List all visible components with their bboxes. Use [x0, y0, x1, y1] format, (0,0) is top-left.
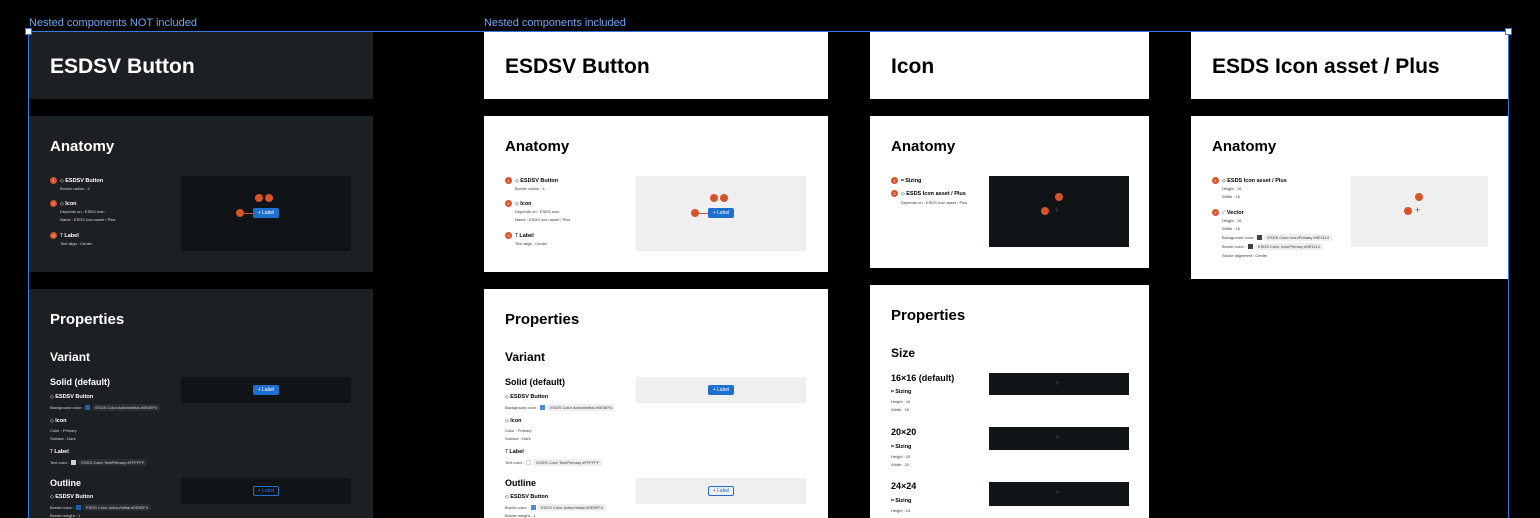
- frame-label-included: Nested components included: [484, 17, 626, 29]
- resize-handle[interactable]: [25, 28, 32, 35]
- resize-handle[interactable]: [1505, 28, 1512, 35]
- selection-frame[interactable]: [28, 31, 1509, 518]
- frame-label-not-included: Nested components NOT included: [29, 17, 197, 29]
